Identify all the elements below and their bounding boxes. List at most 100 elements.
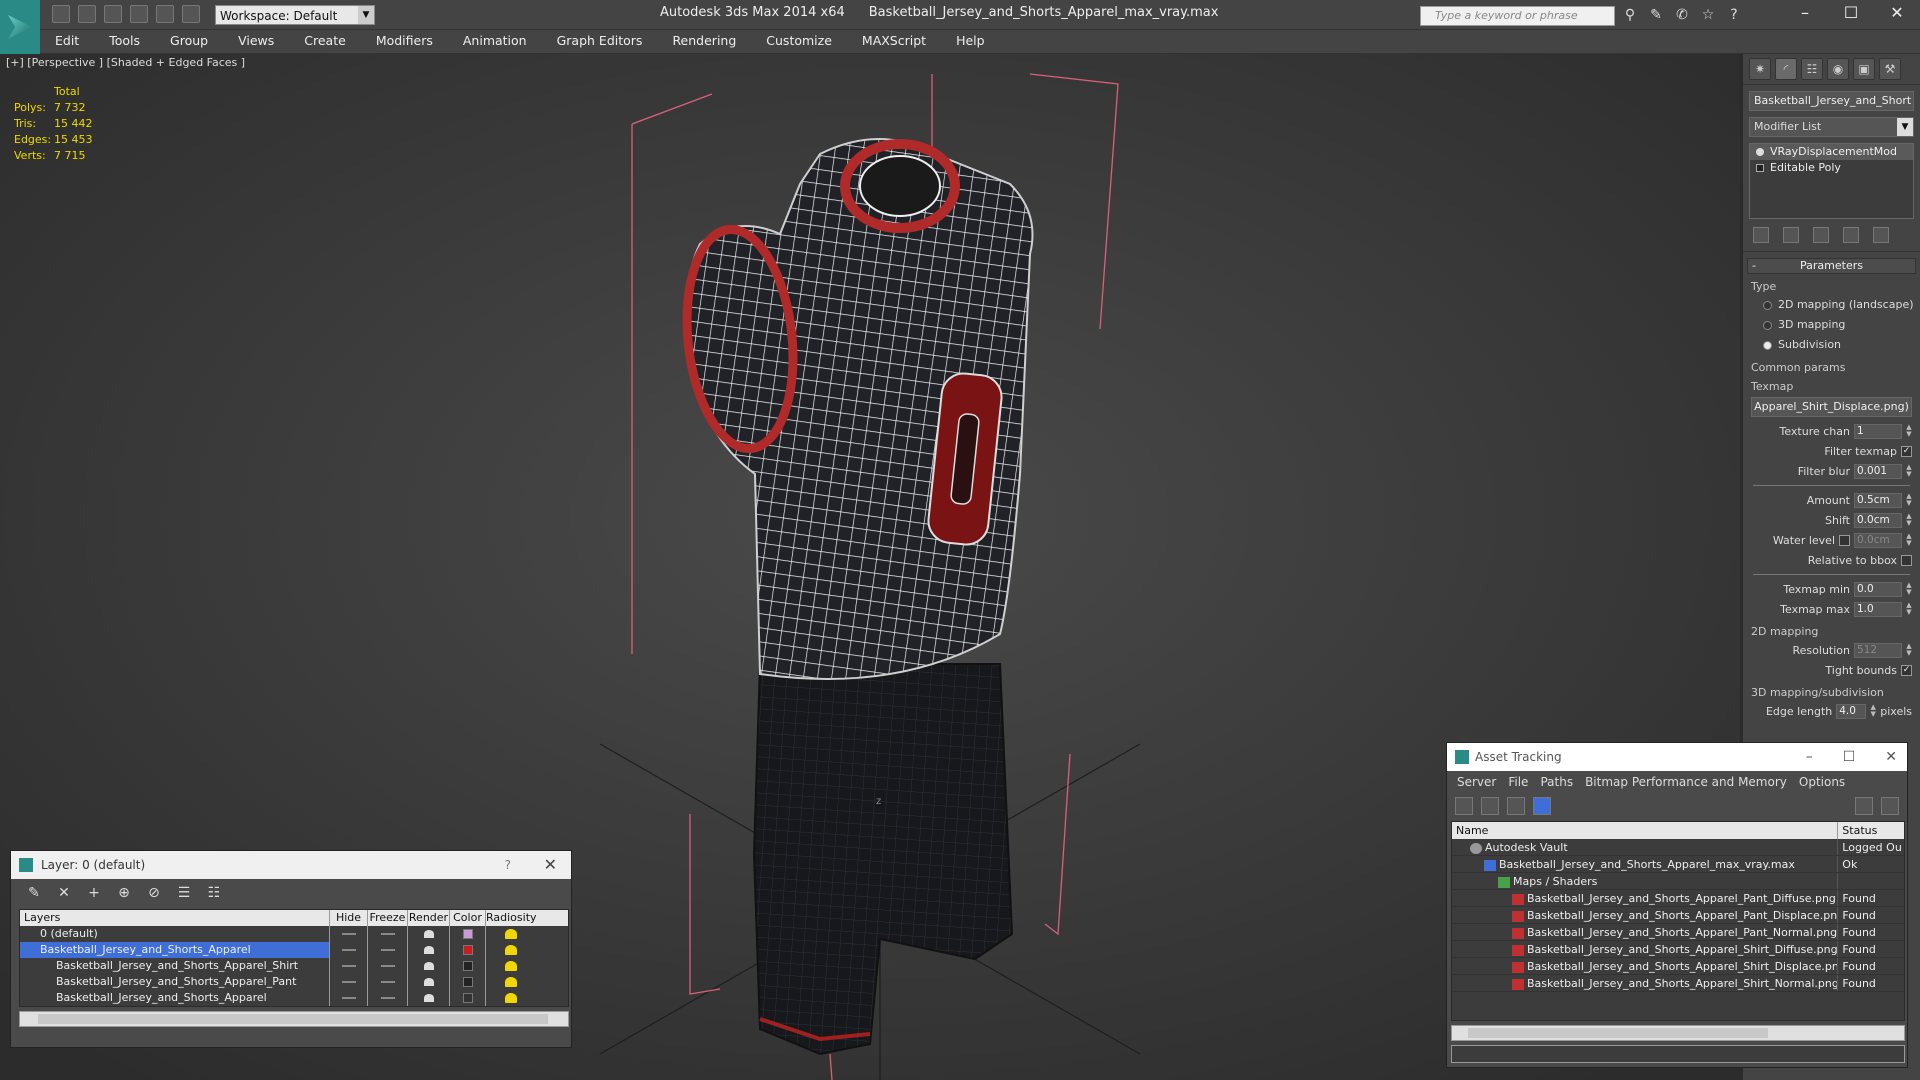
layer-row[interactable]: Basketball_Jersey_and_Shorts_Apparel_Pan… [20, 974, 568, 990]
communication-icon[interactable]: ✆ [1674, 7, 1690, 23]
horizontal-scrollbar[interactable] [19, 1011, 569, 1027]
layer-name[interactable]: Basketball_Jersey_and_Shorts_Apparel_Shi… [20, 958, 330, 974]
scrollbar-thumb[interactable] [38, 1014, 548, 1024]
edge-length-field[interactable]: 4.0 [1836, 703, 1867, 719]
close-icon[interactable]: ✕ [1885, 743, 1897, 771]
save-file-icon[interactable] [104, 5, 122, 23]
menu-rendering[interactable]: Rendering [657, 30, 751, 53]
add-to-layer-icon[interactable]: + [85, 885, 103, 901]
highlight-layer-icon[interactable]: ⊘ [145, 885, 163, 901]
color-swatch[interactable] [450, 942, 486, 958]
asset-row[interactable]: Basketball_Jersey_and_Shorts_Apparel_Pan… [1452, 924, 1904, 941]
layer-window-title-bar[interactable]: Layer: 0 (default) ? ✕ [11, 851, 571, 879]
radiosity-icon[interactable] [486, 990, 536, 1006]
asset-row[interactable]: Basketball_Jersey_and_Shorts_Apparel_Shi… [1452, 941, 1904, 958]
spinner-icon[interactable]: ▲ ▼ [1906, 513, 1912, 527]
color-swatch[interactable] [450, 958, 486, 974]
resolution-field[interactable]: 512 [1854, 642, 1902, 658]
maximize-button[interactable]: ☐ [1828, 0, 1874, 28]
tight-bounds-checkbox[interactable]: ✓ [1901, 664, 1912, 676]
col-hide[interactable]: Hide [330, 910, 368, 926]
configure-modifier-sets-icon[interactable] [1873, 227, 1889, 243]
col-name[interactable]: Name [1452, 822, 1839, 839]
freeze-toggle[interactable] [368, 958, 408, 974]
refresh-icon[interactable] [1455, 797, 1473, 815]
hide-toggle[interactable] [330, 926, 368, 942]
motion-tab-icon[interactable]: ◉ [1827, 58, 1849, 80]
hierarchy-tab-icon[interactable]: ☷ [1801, 58, 1823, 80]
create-tab-icon[interactable]: ✷ [1749, 58, 1771, 80]
menu-create[interactable]: Create [289, 30, 361, 53]
viewport-label-menu[interactable]: [+] [Perspective ] [Shaded + Edged Faces… [6, 56, 245, 69]
asset-row[interactable]: Basketball_Jersey_and_Shorts_Apparel_Pan… [1452, 907, 1904, 924]
render-teapot-icon[interactable] [408, 926, 450, 942]
asset-row[interactable]: Basketball_Jersey_and_Shorts_Apparel_Shi… [1452, 975, 1904, 992]
favorites-star-icon[interactable]: ☆ [1700, 7, 1716, 23]
app-menu-logo-icon[interactable] [0, 0, 40, 54]
asset-menu-bitmap-performance-and-memory[interactable]: Bitmap Performance and Memory [1579, 771, 1793, 793]
parameters-rollout-header[interactable]: - Parameters [1747, 258, 1916, 274]
water-level-checkbox[interactable] [1839, 534, 1850, 546]
asset-menu-paths[interactable]: Paths [1534, 771, 1579, 793]
hide-unhide-all-icon[interactable]: ☰ [175, 885, 193, 901]
show-end-result-icon[interactable] [1783, 227, 1799, 243]
radio-3d-mapping[interactable]: 3D mapping [1743, 315, 1920, 335]
redo-icon[interactable] [156, 5, 174, 23]
filter-texmap-checkbox[interactable]: ✓ [1901, 445, 1912, 457]
layer-name[interactable]: 0 (default) [20, 926, 330, 942]
render-teapot-icon[interactable] [408, 990, 450, 1006]
hide-toggle[interactable] [330, 942, 368, 958]
radiosity-icon[interactable] [486, 942, 536, 958]
layer-name[interactable]: Basketball_Jersey_and_Shorts_Apparel_Pan… [20, 974, 330, 990]
spinner-icon[interactable]: ▲ ▼ [1906, 424, 1912, 438]
radiosity-icon[interactable] [486, 974, 536, 990]
asset-row[interactable]: Maps / Shaders [1452, 873, 1904, 890]
scrollbar-thumb[interactable] [1468, 1028, 1768, 1038]
layer-row[interactable]: Basketball_Jersey_and_Shorts_Apparel [20, 990, 568, 1006]
texmap-button[interactable]: Apparel_Shirt_Displace.png) [1751, 397, 1912, 417]
filter-blur-field[interactable]: 0.001 [1854, 463, 1902, 479]
make-unique-icon[interactable] [1813, 227, 1829, 243]
stack-item-vray-displacement[interactable]: VRayDisplacementMod [1750, 144, 1913, 160]
texture-chan-field[interactable]: 1 [1854, 423, 1902, 439]
close-button[interactable]: ✕ [1874, 0, 1920, 28]
col-radiosity[interactable]: Radiosity [486, 910, 537, 926]
hide-toggle[interactable] [330, 990, 368, 1006]
workspace-dropdown[interactable]: Workspace: Default ▼ [215, 5, 375, 25]
relative-bbox-checkbox[interactable] [1901, 554, 1912, 566]
menu-animation[interactable]: Animation [448, 30, 542, 53]
spinner-icon[interactable]: ▲ ▼ [1906, 643, 1912, 657]
spinner-icon[interactable]: ▲ ▼ [1906, 533, 1912, 547]
asset-row[interactable]: Basketball_Jersey_and_Shorts_Apparel_Shi… [1452, 958, 1904, 975]
maximize-icon[interactable]: ☐ [1843, 743, 1856, 771]
settings-icon[interactable] [1881, 797, 1899, 815]
col-freeze[interactable]: Freeze [368, 910, 408, 926]
menu-group[interactable]: Group [155, 30, 223, 53]
menu-edit[interactable]: Edit [40, 30, 94, 53]
menu-maxscript[interactable]: MAXScript [847, 30, 941, 53]
remove-modifier-icon[interactable] [1843, 227, 1859, 243]
col-layers[interactable]: Layers [20, 910, 330, 926]
menu-tools[interactable]: Tools [94, 30, 155, 53]
help-icon[interactable]: ? [1726, 7, 1742, 23]
expand-icon[interactable] [1756, 164, 1764, 172]
menu-views[interactable]: Views [223, 30, 289, 53]
asset-path-field[interactable] [1451, 1045, 1905, 1063]
delete-layer-icon[interactable]: ✕ [55, 885, 73, 901]
radio-subdivision[interactable]: Subdivision [1743, 335, 1920, 355]
spinner-icon[interactable]: ▲ ▼ [1906, 493, 1912, 507]
minimize-icon[interactable]: – [1806, 743, 1813, 771]
help-icon[interactable] [1855, 797, 1873, 815]
menu-help[interactable]: Help [941, 30, 1000, 53]
color-swatch[interactable] [450, 990, 486, 1006]
freeze-toggle[interactable] [368, 990, 408, 1006]
freeze-toggle[interactable] [368, 926, 408, 942]
undo-icon[interactable] [130, 5, 148, 23]
spinner-icon[interactable]: ▲ ▼ [1906, 602, 1912, 616]
binoculars-icon[interactable]: ⚲ [1622, 7, 1638, 23]
select-objects-icon[interactable]: ⊕ [115, 885, 133, 901]
layer-row[interactable]: Basketball_Jersey_and_Shorts_Apparel_Shi… [20, 958, 568, 974]
list-view-icon[interactable] [1481, 797, 1499, 815]
project-folder-icon[interactable] [182, 5, 200, 23]
freeze-toggle[interactable] [368, 974, 408, 990]
